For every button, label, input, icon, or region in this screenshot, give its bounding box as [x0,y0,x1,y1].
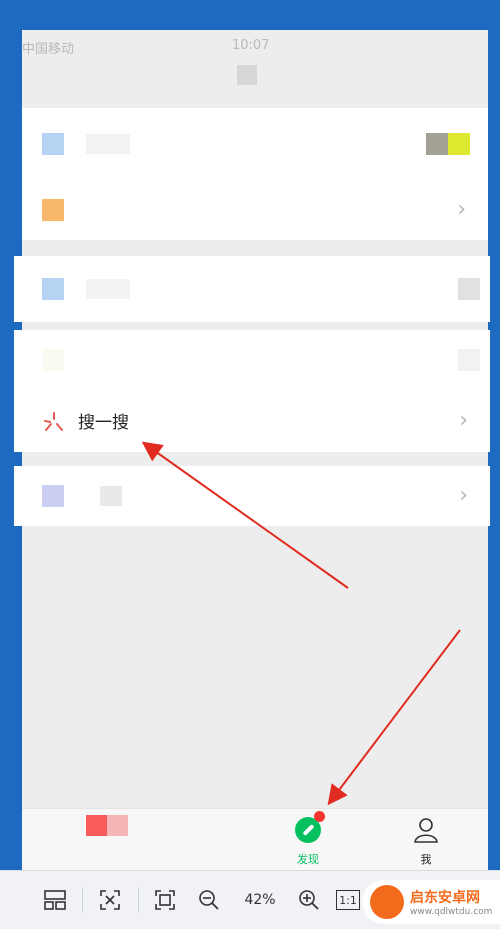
watermark-url: www.qdlwtdu.com [410,907,493,917]
fullscreen-icon [155,890,175,910]
expand-icon [100,890,120,910]
toolbar-separator [138,887,139,913]
site-watermark: 启东安卓网 www.qdlwtdu.com [362,880,500,924]
fit-screen-button[interactable] [97,885,123,915]
thumbnail-view-button[interactable] [42,885,68,915]
zoom-level: 42% [244,892,276,908]
watermark-logo-icon [370,885,404,919]
arrow-to-discover [327,629,461,806]
grid-icon [44,890,66,910]
arrow-to-search [141,441,349,589]
zoom-out-button[interactable] [196,885,222,915]
actual-size-button[interactable]: 1:1 [336,890,360,910]
zoom-out-icon [199,890,219,910]
zoom-in-button[interactable] [296,885,322,915]
toolbar-separator [82,887,83,913]
watermark-title: 启东安卓网 [410,890,480,906]
image-viewer-canvas: 中国移动 10:07 › 搜一搜 › › 发现 我 [0,0,500,870]
annotation-arrows [141,441,461,806]
fullscreen-button[interactable] [152,885,178,915]
zoom-in-icon [299,890,319,910]
